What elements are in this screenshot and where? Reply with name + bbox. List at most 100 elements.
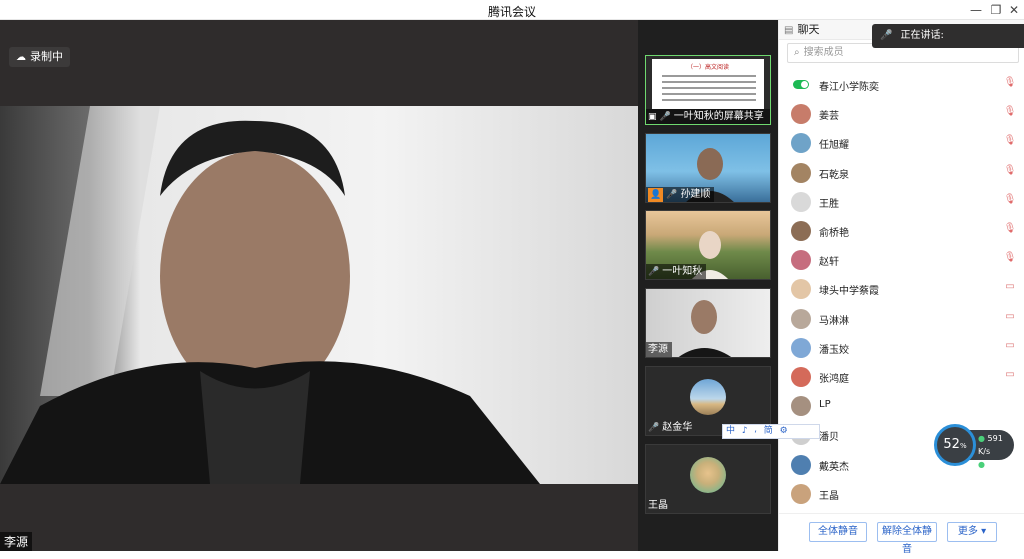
audio-toggle[interactable] xyxy=(793,80,809,89)
camera-off-icon[interactable]: ▭ xyxy=(1003,311,1017,322)
avatar xyxy=(791,454,811,475)
panel-footer: 全体静音 解除全体静音 更多 ▾ xyxy=(779,513,1024,555)
member-name: 王胜 xyxy=(819,198,839,210)
quality-value: 52 xyxy=(943,437,960,452)
network-widget[interactable]: ● 591 K/s ● 377 K/s 52% xyxy=(934,424,1014,482)
member-name: 任旭耀 xyxy=(819,140,849,152)
main-video[interactable]: ☁ 录制中 李源 xyxy=(0,20,638,551)
speaking-indicator: 🎤 正在讲话: xyxy=(872,24,1024,48)
more-button[interactable]: 更多 ▾ xyxy=(947,522,997,542)
member-name: 姜芸 xyxy=(819,111,839,123)
shared-document: （一）高文阅读 xyxy=(652,59,764,109)
member-row[interactable]: 埭头中学蔡霞 ▭ xyxy=(779,274,1024,303)
avatar xyxy=(791,104,811,125)
speaker-video-frame xyxy=(0,106,638,484)
camera-off-icon[interactable]: ▭ xyxy=(1003,340,1017,351)
title-bar: 腾讯会议 — ❐ ✕ xyxy=(0,0,1024,20)
member-row[interactable]: LP xyxy=(779,391,1024,420)
member-row[interactable]: 春江小学陈奕 🎙 xyxy=(779,70,1024,99)
speaker-video-image xyxy=(0,106,540,484)
cloud-icon: ☁ xyxy=(16,52,26,63)
screen-icon: ▣ xyxy=(648,112,657,122)
recording-label: 录制中 xyxy=(30,50,63,63)
screen-share-tile[interactable]: （一）高文阅读 ▣ 🎤 一叶知秋的屏幕共享 xyxy=(645,55,771,125)
tile-label: ▣ 🎤 一叶知秋的屏幕共享 xyxy=(646,109,770,124)
participant-avatar xyxy=(690,379,726,415)
unmute-all-button[interactable]: 解除全体静音 xyxy=(877,522,937,555)
member-name: 戴英杰 xyxy=(819,461,849,473)
member-name: 石乾泉 xyxy=(819,169,849,181)
quality-gauge: 52% xyxy=(934,424,976,466)
minimize-button[interactable]: — xyxy=(968,2,984,18)
mic-muted-icon[interactable]: 🎙 xyxy=(1003,77,1017,88)
window-title: 腾讯会议 xyxy=(487,5,536,19)
tile-label: 🎤 赵金华 xyxy=(646,420,696,435)
upload-speed: 591 xyxy=(987,434,1003,443)
ime-icons[interactable]: 中 ♪ ⸴ 简 ⚙ xyxy=(726,426,790,436)
member-name: 俞桥艳 xyxy=(819,228,849,239)
member-row[interactable]: 张鸿庭 ▭ xyxy=(779,362,1024,391)
participant-tile[interactable]: 👤 🎤 孙建顺 xyxy=(645,133,771,203)
mic-muted-icon[interactable]: 🎙 xyxy=(1003,106,1017,117)
member-name: 张鸿庭 xyxy=(819,374,849,385)
camera-off-icon[interactable]: ▭ xyxy=(1003,281,1017,292)
avatar xyxy=(791,162,811,183)
avatar xyxy=(791,133,811,154)
tile-label: 👤 🎤 孙建顺 xyxy=(646,187,715,202)
member-name: 马淋淋 xyxy=(819,315,849,327)
video-strip[interactable]: （一）高文阅读 ▣ 🎤 一叶知秋的屏幕共享 👤 🎤 孙建顺 🎤 一叶知秋 李源 🎤 赵金华 … xyxy=(638,20,778,551)
avatar xyxy=(791,337,811,358)
search-placeholder: 搜索成员 xyxy=(803,47,844,58)
member-name: 赵轩 xyxy=(819,257,839,269)
member-name: 潘玉姣 xyxy=(819,344,849,356)
member-name: 埭头中学蔡霞 xyxy=(819,286,879,298)
participant-tile[interactable]: 李源 xyxy=(645,288,771,358)
member-row[interactable]: 潘玉姣 ▭ xyxy=(779,333,1024,362)
mic-muted-icon[interactable]: 🎙 xyxy=(1003,223,1017,234)
avatar xyxy=(791,396,811,417)
avatar xyxy=(791,221,811,241)
mic-icon: 🎤 xyxy=(659,112,671,122)
mic-muted-icon[interactable]: 🎙 xyxy=(1003,252,1017,263)
download-speed: 377 xyxy=(987,460,1003,469)
member-row[interactable]: 任旭耀 🎙 xyxy=(779,128,1024,157)
speaking-label: 正在讲话: xyxy=(900,30,944,41)
mute-all-button[interactable]: 全体静音 xyxy=(809,522,867,542)
mic-muted-icon[interactable]: 🎙 xyxy=(1003,165,1017,176)
tile-label: 李源 xyxy=(646,342,672,357)
member-name: LP xyxy=(819,399,831,411)
chat-icon: ▤ xyxy=(784,25,794,36)
mic-muted-icon[interactable]: 🎙 xyxy=(1003,194,1017,205)
member-row[interactable]: 马淋淋 ▭ xyxy=(779,304,1024,333)
speaker-name-label: 李源 xyxy=(0,532,33,551)
recording-badge[interactable]: ☁ 录制中 xyxy=(9,47,70,67)
close-button[interactable]: ✕ xyxy=(1006,2,1022,18)
member-name: 王晶 xyxy=(819,490,839,502)
tile-label: 王晶 xyxy=(648,500,668,511)
tile-label: 🎤 一叶知秋 xyxy=(646,264,707,279)
participant-avatar xyxy=(690,457,726,493)
member-row[interactable]: 石乾泉 🎙 xyxy=(779,158,1024,187)
mic-icon: 🎤 xyxy=(666,190,678,200)
member-name: 潘贝 xyxy=(819,432,839,444)
avatar xyxy=(791,367,811,387)
member-row[interactable]: 王胜 🎙 xyxy=(779,187,1024,216)
chat-title: 聊天 xyxy=(797,23,820,36)
search-icon: ⌕ xyxy=(794,47,800,58)
mic-icon: 🎤 xyxy=(648,267,660,277)
participant-tile[interactable]: 王晶 xyxy=(645,444,771,514)
avatar xyxy=(791,191,811,212)
member-row[interactable]: 赵轩 🎙 xyxy=(779,245,1024,274)
member-name: 春江小学陈奕 xyxy=(819,82,879,93)
member-row[interactable]: 姜芸 🎙 xyxy=(779,99,1024,128)
avatar xyxy=(791,483,811,504)
shared-document-title: （一）高文阅读 xyxy=(686,64,729,71)
avatar xyxy=(791,308,811,329)
camera-off-icon[interactable]: ▭ xyxy=(1003,369,1017,380)
restore-button[interactable]: ❐ xyxy=(988,2,1004,18)
member-row[interactable]: 俞桥艳 🎙 xyxy=(779,216,1024,245)
participant-tile[interactable]: 🎤 一叶知秋 xyxy=(645,210,771,280)
ime-toolbar[interactable]: 中 ♪ ⸴ 简 ⚙ xyxy=(722,424,820,439)
mic-icon: 🎤 xyxy=(880,30,893,41)
mic-muted-icon[interactable]: 🎙 xyxy=(1003,135,1017,146)
